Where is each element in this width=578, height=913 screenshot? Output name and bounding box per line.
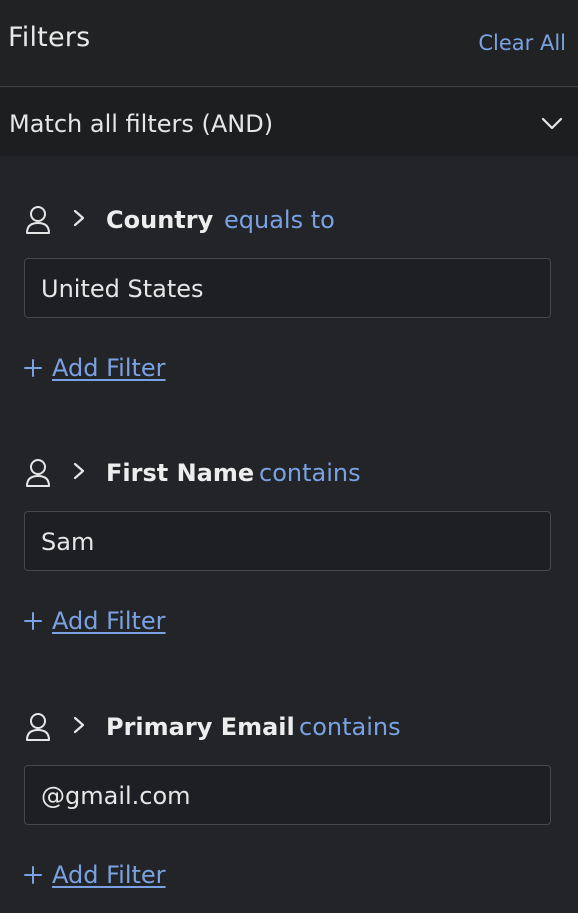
chevron-right-icon[interactable] bbox=[70, 715, 88, 735]
filter-value-input[interactable]: Sam bbox=[24, 511, 551, 571]
chevron-right-icon[interactable] bbox=[70, 461, 88, 481]
filter-block: First Name contains Sam Add Filter bbox=[0, 443, 578, 643]
filter-block: Country equals to United States Add Filt… bbox=[0, 190, 578, 390]
filter-field-name: Country bbox=[106, 206, 214, 234]
add-filter-button[interactable]: Add Filter bbox=[22, 354, 166, 382]
filter-value-input[interactable]: @gmail.com bbox=[24, 765, 551, 825]
add-filter-button[interactable]: Add Filter bbox=[22, 861, 166, 889]
add-filter-button[interactable]: Add Filter bbox=[22, 607, 166, 635]
person-icon bbox=[26, 459, 50, 487]
add-filter-label: Add Filter bbox=[52, 861, 166, 889]
filter-operator[interactable]: contains bbox=[259, 459, 361, 487]
add-filter-label: Add Filter bbox=[52, 607, 166, 635]
chevron-right-icon[interactable] bbox=[70, 208, 88, 228]
match-mode-label: Match all filters (AND) bbox=[9, 110, 274, 138]
filter-field-name: First Name bbox=[106, 459, 255, 487]
chevron-down-icon[interactable] bbox=[538, 109, 566, 137]
plus-icon bbox=[24, 359, 42, 377]
person-icon bbox=[26, 713, 50, 741]
page-title: Filters bbox=[8, 22, 91, 53]
person-icon bbox=[26, 206, 50, 234]
filter-operator[interactable]: contains bbox=[299, 713, 401, 741]
add-filter-label: Add Filter bbox=[52, 354, 166, 382]
plus-icon bbox=[24, 866, 42, 884]
filter-operator[interactable]: equals to bbox=[224, 206, 335, 234]
clear-all-button[interactable]: Clear All bbox=[478, 31, 566, 55]
plus-icon bbox=[24, 612, 42, 630]
filter-field-name: Primary Email bbox=[106, 713, 295, 741]
filter-block: Primary Email contains @gmail.com Add Fi… bbox=[0, 697, 578, 897]
filter-value-input[interactable]: United States bbox=[24, 258, 551, 318]
